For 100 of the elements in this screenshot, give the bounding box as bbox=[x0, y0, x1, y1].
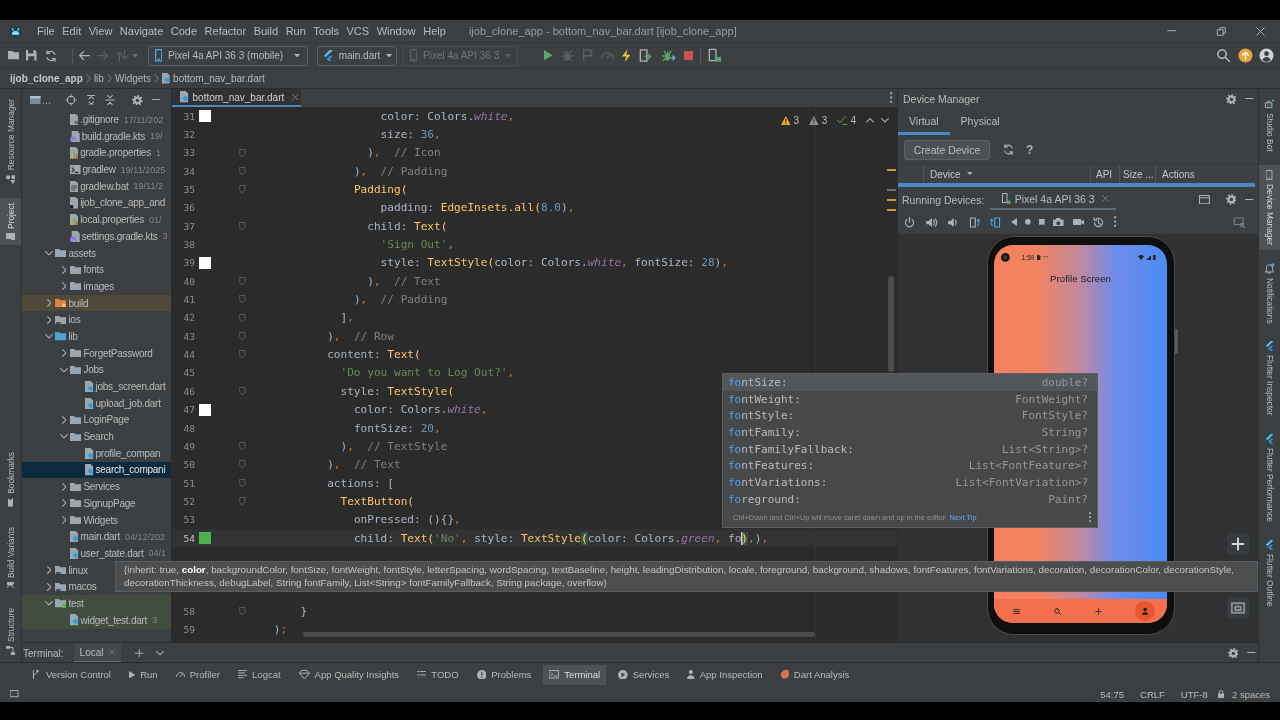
line-separator[interactable]: CRLF bbox=[1140, 688, 1165, 700]
chevron-down-icon[interactable] bbox=[881, 118, 889, 123]
tree-item[interactable]: fonts bbox=[58, 261, 104, 279]
chevron-down-icon[interactable] bbox=[45, 334, 53, 339]
tree-item[interactable]: lib bbox=[43, 328, 78, 345]
tree-item[interactable]: search_compani bbox=[22, 461, 171, 479]
play-icon[interactable] bbox=[543, 50, 553, 61]
settings-icon[interactable] bbox=[132, 94, 143, 106]
menu-item[interactable]: File bbox=[37, 25, 55, 37]
tree-item[interactable]: build bbox=[22, 294, 171, 312]
stripe-marker[interactable] bbox=[887, 169, 896, 171]
tool-window-button[interactable]: Bookmarks bbox=[0, 447, 21, 512]
fold-marker-icon[interactable] bbox=[239, 313, 246, 323]
rotate-right-icon[interactable] bbox=[989, 215, 1002, 229]
tree-item[interactable]: gradle.properties 1 bbox=[70, 144, 161, 162]
tool-window-button[interactable]: Flutter Inspector bbox=[1259, 336, 1280, 421]
settings-icon[interactable] bbox=[1227, 647, 1239, 659]
tool-window-tab[interactable]: Run bbox=[122, 664, 164, 685]
person-icon[interactable] bbox=[1135, 601, 1155, 621]
scrollbar-thumb[interactable] bbox=[888, 276, 894, 372]
tree-item[interactable]: main.dart 04/12/202 bbox=[70, 528, 165, 546]
tool-window-tab[interactable]: Logcat bbox=[231, 664, 287, 685]
caret-position[interactable]: 54:75 bbox=[1100, 688, 1125, 700]
minimize-icon[interactable] bbox=[151, 99, 161, 101]
history-icon[interactable] bbox=[1092, 215, 1106, 229]
tool-window-tab[interactable]: TODO bbox=[411, 664, 465, 685]
list-icon[interactable] bbox=[1012, 606, 1021, 616]
tree-item[interactable]: Widgets bbox=[58, 511, 118, 529]
chevron-down-icon[interactable] bbox=[60, 367, 68, 373]
tree-item[interactable]: Jobs bbox=[58, 361, 104, 379]
tool-window-tab[interactable]: Problems bbox=[470, 664, 538, 685]
device-dropdown[interactable]: Pixel 4a API 36 3 (mobile) bbox=[147, 45, 308, 66]
tab[interactable]: Virtual bbox=[898, 109, 950, 135]
fold-marker-icon[interactable] bbox=[239, 331, 246, 341]
tree-item[interactable]: images bbox=[58, 278, 115, 295]
fold-marker-icon[interactable] bbox=[239, 276, 246, 286]
tool-window-tab[interactable]: Version Control bbox=[24, 664, 117, 685]
folder-icon[interactable] bbox=[8, 51, 20, 60]
camera-icon[interactable] bbox=[1053, 217, 1064, 227]
tree-item[interactable]: gradlew 19/11/2025 bbox=[70, 161, 166, 178]
stripe-marker[interactable] bbox=[887, 199, 896, 201]
chevron-down-icon[interactable] bbox=[156, 650, 164, 656]
video-camera-icon[interactable] bbox=[1072, 218, 1084, 226]
tool-window-tab[interactable]: App Inspection bbox=[681, 664, 769, 685]
expand-all-icon[interactable] bbox=[86, 94, 96, 106]
chevron-right-icon[interactable] bbox=[61, 499, 67, 508]
tree-item[interactable]: ForgetPassword bbox=[58, 344, 153, 362]
tree-item[interactable]: Services bbox=[58, 478, 120, 495]
fold-marker-icon[interactable] bbox=[239, 148, 246, 158]
chevron-right-icon[interactable] bbox=[61, 265, 67, 274]
breadcrumb-item[interactable]: ijob_clone_app bbox=[10, 73, 83, 84]
volume-up-icon[interactable] bbox=[924, 215, 938, 229]
power-icon[interactable] bbox=[903, 215, 916, 229]
tool-window-button[interactable]: Flutter Performance bbox=[1259, 428, 1280, 527]
tool-window-button[interactable]: Notifications bbox=[1259, 257, 1280, 329]
tool-window-tab[interactable]: Terminal bbox=[543, 664, 607, 685]
sync-icon[interactable] bbox=[43, 48, 58, 63]
tool-window-button[interactable]: Project bbox=[0, 198, 21, 246]
completion-item[interactable]: fontStyle: FontStyle? bbox=[723, 407, 1097, 425]
lock-icon[interactable] bbox=[1217, 689, 1224, 699]
completion-item[interactable]: fontFeatures: List<FontFeature>? bbox=[723, 457, 1097, 475]
device-tab[interactable]: Pixel 4a API 36 3 bbox=[990, 189, 1117, 210]
tree-item[interactable]: macos bbox=[43, 578, 97, 596]
tree-item[interactable]: profile_compan bbox=[85, 444, 161, 462]
chevron-right-icon[interactable] bbox=[61, 349, 67, 358]
stripe-marker[interactable] bbox=[887, 189, 896, 191]
chevron-right-icon[interactable] bbox=[61, 482, 67, 491]
close-icon[interactable] bbox=[1101, 195, 1109, 202]
menu-item[interactable]: Tools bbox=[313, 25, 339, 37]
tree-item[interactable]: build.gradle.kts 19/ bbox=[70, 127, 163, 145]
fold-marker-icon[interactable] bbox=[239, 607, 246, 616]
chevron-right-icon[interactable] bbox=[61, 516, 67, 524]
tree-item[interactable]: upload_job.dart bbox=[85, 394, 161, 412]
inspection-counter[interactable]: 4 bbox=[837, 115, 857, 126]
tool-window-button[interactable]: Build Variants bbox=[0, 521, 21, 594]
breadcrumb-item[interactable]: bottom_nav_bar.dart bbox=[162, 73, 265, 84]
fold-marker-icon[interactable] bbox=[239, 221, 246, 231]
fold-marker-icon[interactable] bbox=[239, 350, 246, 359]
menu-item[interactable]: Navigate bbox=[119, 25, 164, 37]
tree-item[interactable]: SignupPage bbox=[58, 495, 136, 512]
settings-icon[interactable] bbox=[1225, 93, 1237, 105]
scrollbar-thumb[interactable] bbox=[303, 632, 815, 637]
settings-icon[interactable] bbox=[1225, 194, 1237, 205]
tree-item[interactable]: assets bbox=[43, 244, 96, 262]
tool-window-button[interactable]: Device Manager bbox=[1259, 164, 1280, 250]
window-icon[interactable] bbox=[30, 95, 41, 105]
create-device-button[interactable]: Create Device bbox=[904, 139, 990, 160]
menu-item[interactable]: Build bbox=[253, 25, 279, 37]
menu-item[interactable]: Window bbox=[376, 25, 416, 37]
minimize-icon[interactable] bbox=[1167, 30, 1177, 32]
tree-item[interactable]: .gitignore 17/11/202 bbox=[70, 111, 164, 128]
back-triangle-icon[interactable] bbox=[1010, 217, 1017, 227]
minimize-icon[interactable] bbox=[1245, 198, 1254, 201]
fold-marker-icon[interactable] bbox=[239, 166, 246, 176]
bug-arrow-icon[interactable] bbox=[661, 48, 677, 63]
tree-item[interactable]: jobs_screen.dart bbox=[85, 378, 166, 395]
update-icon[interactable] bbox=[1238, 48, 1253, 63]
menu-item[interactable]: Run bbox=[285, 25, 306, 37]
tool-window-tab[interactable]: Dart Analysis bbox=[774, 664, 856, 685]
tool-window-tab[interactable]: Profiler bbox=[169, 664, 226, 685]
